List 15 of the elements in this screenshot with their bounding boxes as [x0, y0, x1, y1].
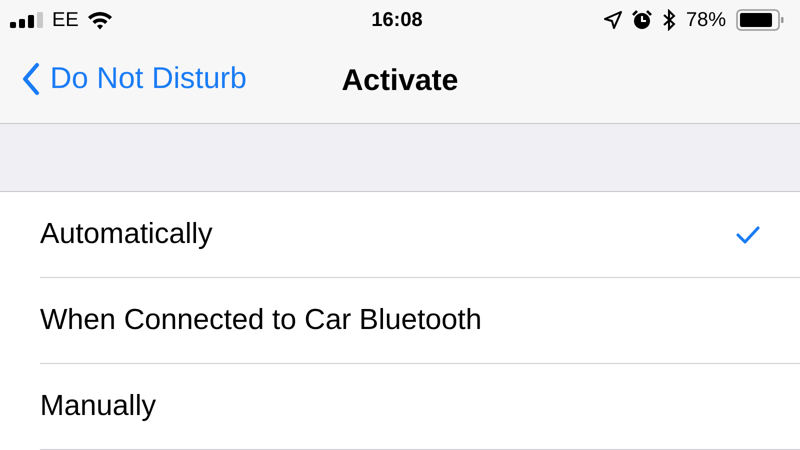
alarm-clock-icon [632, 10, 652, 30]
option-row[interactable]: Manually [40, 364, 800, 450]
back-button[interactable]: Do Not Disturb [22, 62, 247, 96]
wifi-icon [86, 10, 113, 30]
battery-percentage: 78% [686, 8, 726, 32]
carrier-name: EE [52, 8, 79, 32]
battery-icon [736, 9, 784, 31]
screen-title: Activate [342, 64, 458, 98]
signal-icon [10, 12, 44, 28]
bluetooth-icon [662, 9, 676, 31]
option-row[interactable]: When Connected to Car Bluetooth [40, 278, 800, 364]
location-arrow-icon [604, 11, 622, 29]
option-row[interactable]: Automatically [40, 192, 800, 278]
back-chevron-icon [22, 63, 40, 95]
clock-time: 16:08 [371, 8, 423, 32]
